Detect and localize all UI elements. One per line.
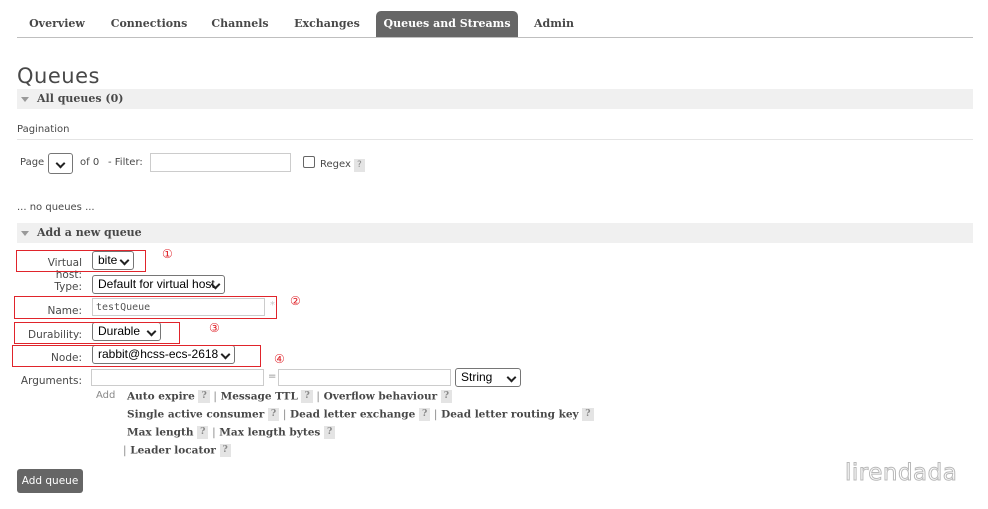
annotation-number-4: ④ bbox=[274, 352, 285, 366]
watermark: lirendada bbox=[844, 460, 958, 487]
filter-input[interactable] bbox=[150, 153, 291, 172]
add-queue-button[interactable]: Add queue bbox=[17, 469, 83, 493]
help-icon[interactable]: ? bbox=[582, 408, 594, 421]
regex-checkbox[interactable] bbox=[303, 156, 315, 168]
argument-links-row: Auto expire ? | Message TTL ? | Overflow… bbox=[127, 390, 453, 403]
page-label: Page bbox=[20, 157, 45, 168]
add-queue-section[interactable] bbox=[17, 223, 973, 243]
argument-key-input[interactable] bbox=[91, 369, 264, 386]
help-icon[interactable]: ? bbox=[440, 390, 453, 403]
argument-links-row: Single active consumer ? | Dead letter e… bbox=[127, 408, 594, 421]
message-ttl-link[interactable]: Message TTL bbox=[221, 391, 298, 403]
argument-equals: = bbox=[268, 371, 277, 382]
help-icon[interactable]: ? bbox=[323, 426, 336, 439]
chevron-down-icon bbox=[506, 372, 517, 383]
tab-channels[interactable]: Channels bbox=[203, 11, 277, 37]
single-active-consumer-link[interactable]: Single active consumer bbox=[127, 409, 264, 421]
annotation-box-1 bbox=[16, 250, 146, 272]
help-icon[interactable]: ? bbox=[267, 408, 280, 421]
auto-expire-link[interactable]: Auto expire bbox=[127, 391, 195, 403]
type-select[interactable]: Default for virtual host bbox=[92, 275, 225, 294]
help-icon[interactable]: ? bbox=[301, 390, 313, 403]
page-title: Queues bbox=[17, 64, 100, 88]
argument-links-row: Max length ? | Max length bytes ? bbox=[127, 426, 336, 439]
max-length-bytes-link[interactable]: Max length bytes bbox=[219, 427, 320, 439]
annotation-number-1: ① bbox=[162, 247, 173, 261]
annotation-box-3 bbox=[14, 322, 180, 344]
tab-queues-and-streams[interactable]: Queues and Streams bbox=[376, 11, 518, 37]
help-icon[interactable]: ? bbox=[197, 426, 209, 439]
argument-value-input[interactable] bbox=[278, 369, 451, 386]
no-queues-text: ... no queues ... bbox=[17, 202, 95, 213]
annotation-box-4 bbox=[12, 345, 261, 367]
help-icon[interactable]: ? bbox=[198, 390, 210, 403]
add-queue-title[interactable]: Add a new queue bbox=[37, 226, 142, 239]
page-of-label: of 0 bbox=[80, 157, 100, 168]
overflow-behaviour-link[interactable]: Overflow behaviour bbox=[324, 391, 438, 403]
argument-links-row: | Leader locator ? bbox=[123, 444, 231, 457]
help-icon[interactable]: ? bbox=[219, 444, 231, 457]
tab-overview[interactable]: Overview bbox=[17, 11, 97, 37]
regex-help-icon[interactable]: ? bbox=[354, 158, 365, 172]
add-argument-label: Add bbox=[96, 390, 116, 401]
arguments-label: Arguments: bbox=[20, 375, 82, 387]
annotation-box-2 bbox=[14, 296, 277, 319]
argument-type-select[interactable]: String bbox=[455, 368, 521, 387]
annotation-number-3: ③ bbox=[209, 321, 220, 335]
regex-label: Regex bbox=[320, 159, 351, 170]
tab-admin[interactable]: Admin bbox=[526, 11, 582, 37]
leader-locator-link[interactable]: Leader locator bbox=[130, 445, 216, 457]
chevron-down-icon bbox=[55, 158, 66, 169]
collapse-triangle-icon bbox=[21, 231, 29, 236]
annotation-number-2: ② bbox=[290, 294, 301, 308]
help-icon[interactable]: ? bbox=[418, 408, 431, 421]
all-queues-section[interactable] bbox=[17, 89, 973, 109]
collapse-triangle-icon bbox=[21, 97, 29, 102]
nav-divider bbox=[17, 37, 973, 38]
max-length-link[interactable]: Max length bbox=[127, 427, 193, 439]
type-label: Type: bbox=[54, 281, 82, 293]
tab-connections[interactable]: Connections bbox=[104, 11, 194, 37]
filter-label: - Filter: bbox=[108, 157, 143, 168]
pagination-heading: Pagination bbox=[17, 124, 70, 135]
tab-exchanges[interactable]: Exchanges bbox=[287, 11, 367, 37]
all-queues-title[interactable]: All queues (0) bbox=[37, 92, 124, 105]
dead-letter-exchange-link[interactable]: Dead letter exchange bbox=[290, 409, 415, 421]
page-select[interactable] bbox=[48, 153, 73, 174]
pagination-divider bbox=[17, 139, 973, 140]
dead-letter-routing-key-link[interactable]: Dead letter routing key bbox=[441, 409, 579, 421]
